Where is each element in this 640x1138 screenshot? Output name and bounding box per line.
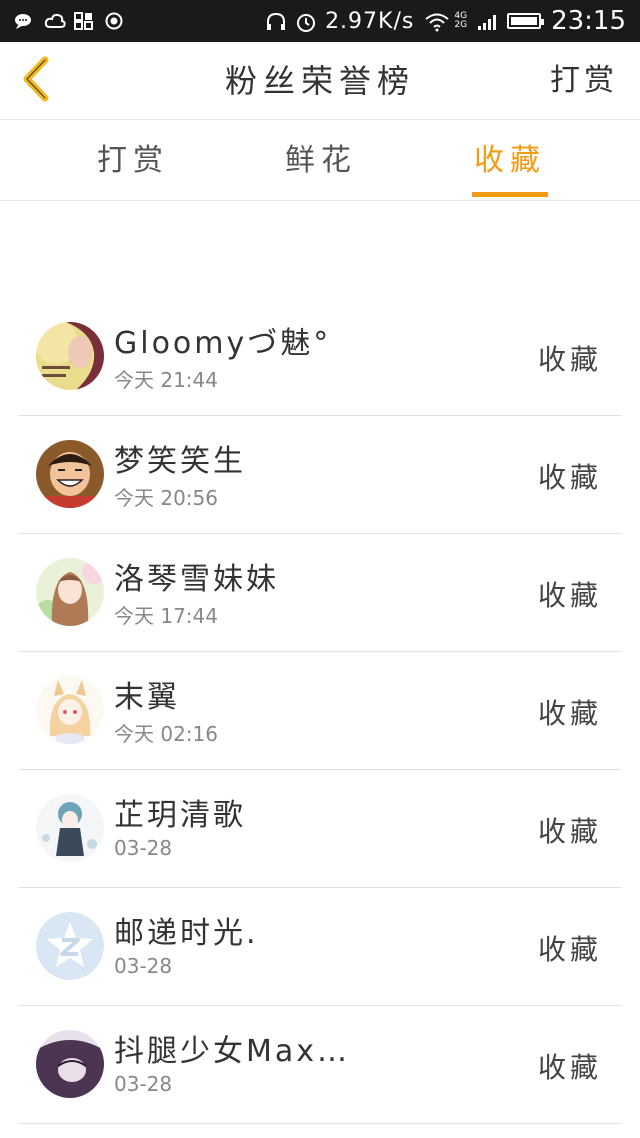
alarm-icon: [295, 12, 316, 32]
fan-name: 末翼: [114, 680, 180, 715]
favorite-label: 收藏: [537, 461, 602, 494]
page-title: 粉丝荣誉榜: [224, 62, 415, 100]
headphones-icon: [265, 12, 286, 30]
record-icon: [104, 12, 124, 30]
avatar: [36, 912, 104, 980]
list-item[interactable]: 梦笑笑生 今天 20:56 收藏: [18, 416, 622, 534]
header: 粉丝荣誉榜 打赏: [0, 42, 640, 120]
avatar: [36, 1030, 104, 1098]
fan-time: 今天 17:44: [114, 604, 218, 628]
fan-time: 今天 21:44: [114, 368, 218, 392]
network-type: 4G 2G: [454, 11, 468, 30]
fan-name: Gloomyづ魅°: [114, 326, 332, 361]
favorite-label: 收藏: [537, 697, 602, 730]
fan-name: 洛琴雪妹妹: [114, 562, 279, 597]
list-item[interactable]: 芷玥清歌 03-28 收藏: [18, 770, 622, 888]
battery-icon: [507, 13, 545, 29]
avatar: [36, 322, 104, 390]
fan-time: 03-28: [114, 836, 173, 860]
favorite-label: 收藏: [537, 933, 602, 966]
avatar: [36, 440, 104, 508]
list-item[interactable]: 洛琴雪妹妹 今天 17:44 收藏: [18, 534, 622, 652]
list-item[interactable]: Gloomyづ魅° 今天 21:44 收藏: [18, 298, 622, 416]
avatar: [36, 794, 104, 862]
chat-icon: [14, 12, 34, 30]
favorite-label: 收藏: [537, 815, 602, 848]
status-bar: 2.97K/s 4G 2G 23:15: [0, 0, 640, 42]
tip-button[interactable]: 打赏: [550, 42, 618, 120]
signal-icon: [477, 12, 497, 30]
list-item[interactable]: 邮递时光. 03-28 收藏: [18, 888, 622, 1006]
tab-favorites[interactable]: 收藏: [472, 121, 548, 201]
favorite-label: 收藏: [537, 343, 602, 376]
fan-time: 今天 20:56: [114, 486, 218, 510]
fan-name: 邮递时光.: [114, 916, 259, 951]
tab-active-indicator: [472, 192, 548, 197]
fan-time: 03-28: [114, 954, 173, 978]
fan-list: Gloomyづ魅° 今天 21:44 收藏 梦笑笑生 今天 20:56 收藏 洛…: [18, 298, 622, 1124]
fan-name: 抖腿少女Max…: [114, 1034, 351, 1069]
status-bar-right: 2.97K/s 4G 2G 23:15: [265, 6, 626, 36]
clock: 23:15: [551, 6, 626, 36]
tab-bar: 打赏 鲜花 收藏: [0, 121, 640, 201]
status-bar-left: [14, 12, 124, 30]
avatar: [36, 676, 104, 744]
tab-flowers[interactable]: 鲜花: [284, 121, 358, 201]
list-item[interactable]: 末翼 今天 02:16 收藏: [18, 652, 622, 770]
tab-tip[interactable]: 打赏: [96, 121, 170, 201]
apps-icon: [74, 12, 94, 30]
fan-name: 梦笑笑生: [114, 444, 246, 479]
fan-time: 今天 02:16: [114, 722, 218, 746]
fan-time: 03-28: [114, 1072, 173, 1096]
fan-name: 芷玥清歌: [114, 798, 246, 833]
favorite-label: 收藏: [537, 579, 602, 612]
favorite-label: 收藏: [537, 1051, 602, 1084]
cloud-icon: [44, 12, 66, 30]
list-item[interactable]: 抖腿少女Max… 03-28 收藏: [18, 1006, 622, 1124]
wifi-icon: [424, 12, 449, 32]
network-speed: 2.97K/s: [325, 8, 415, 34]
avatar: [36, 558, 104, 626]
